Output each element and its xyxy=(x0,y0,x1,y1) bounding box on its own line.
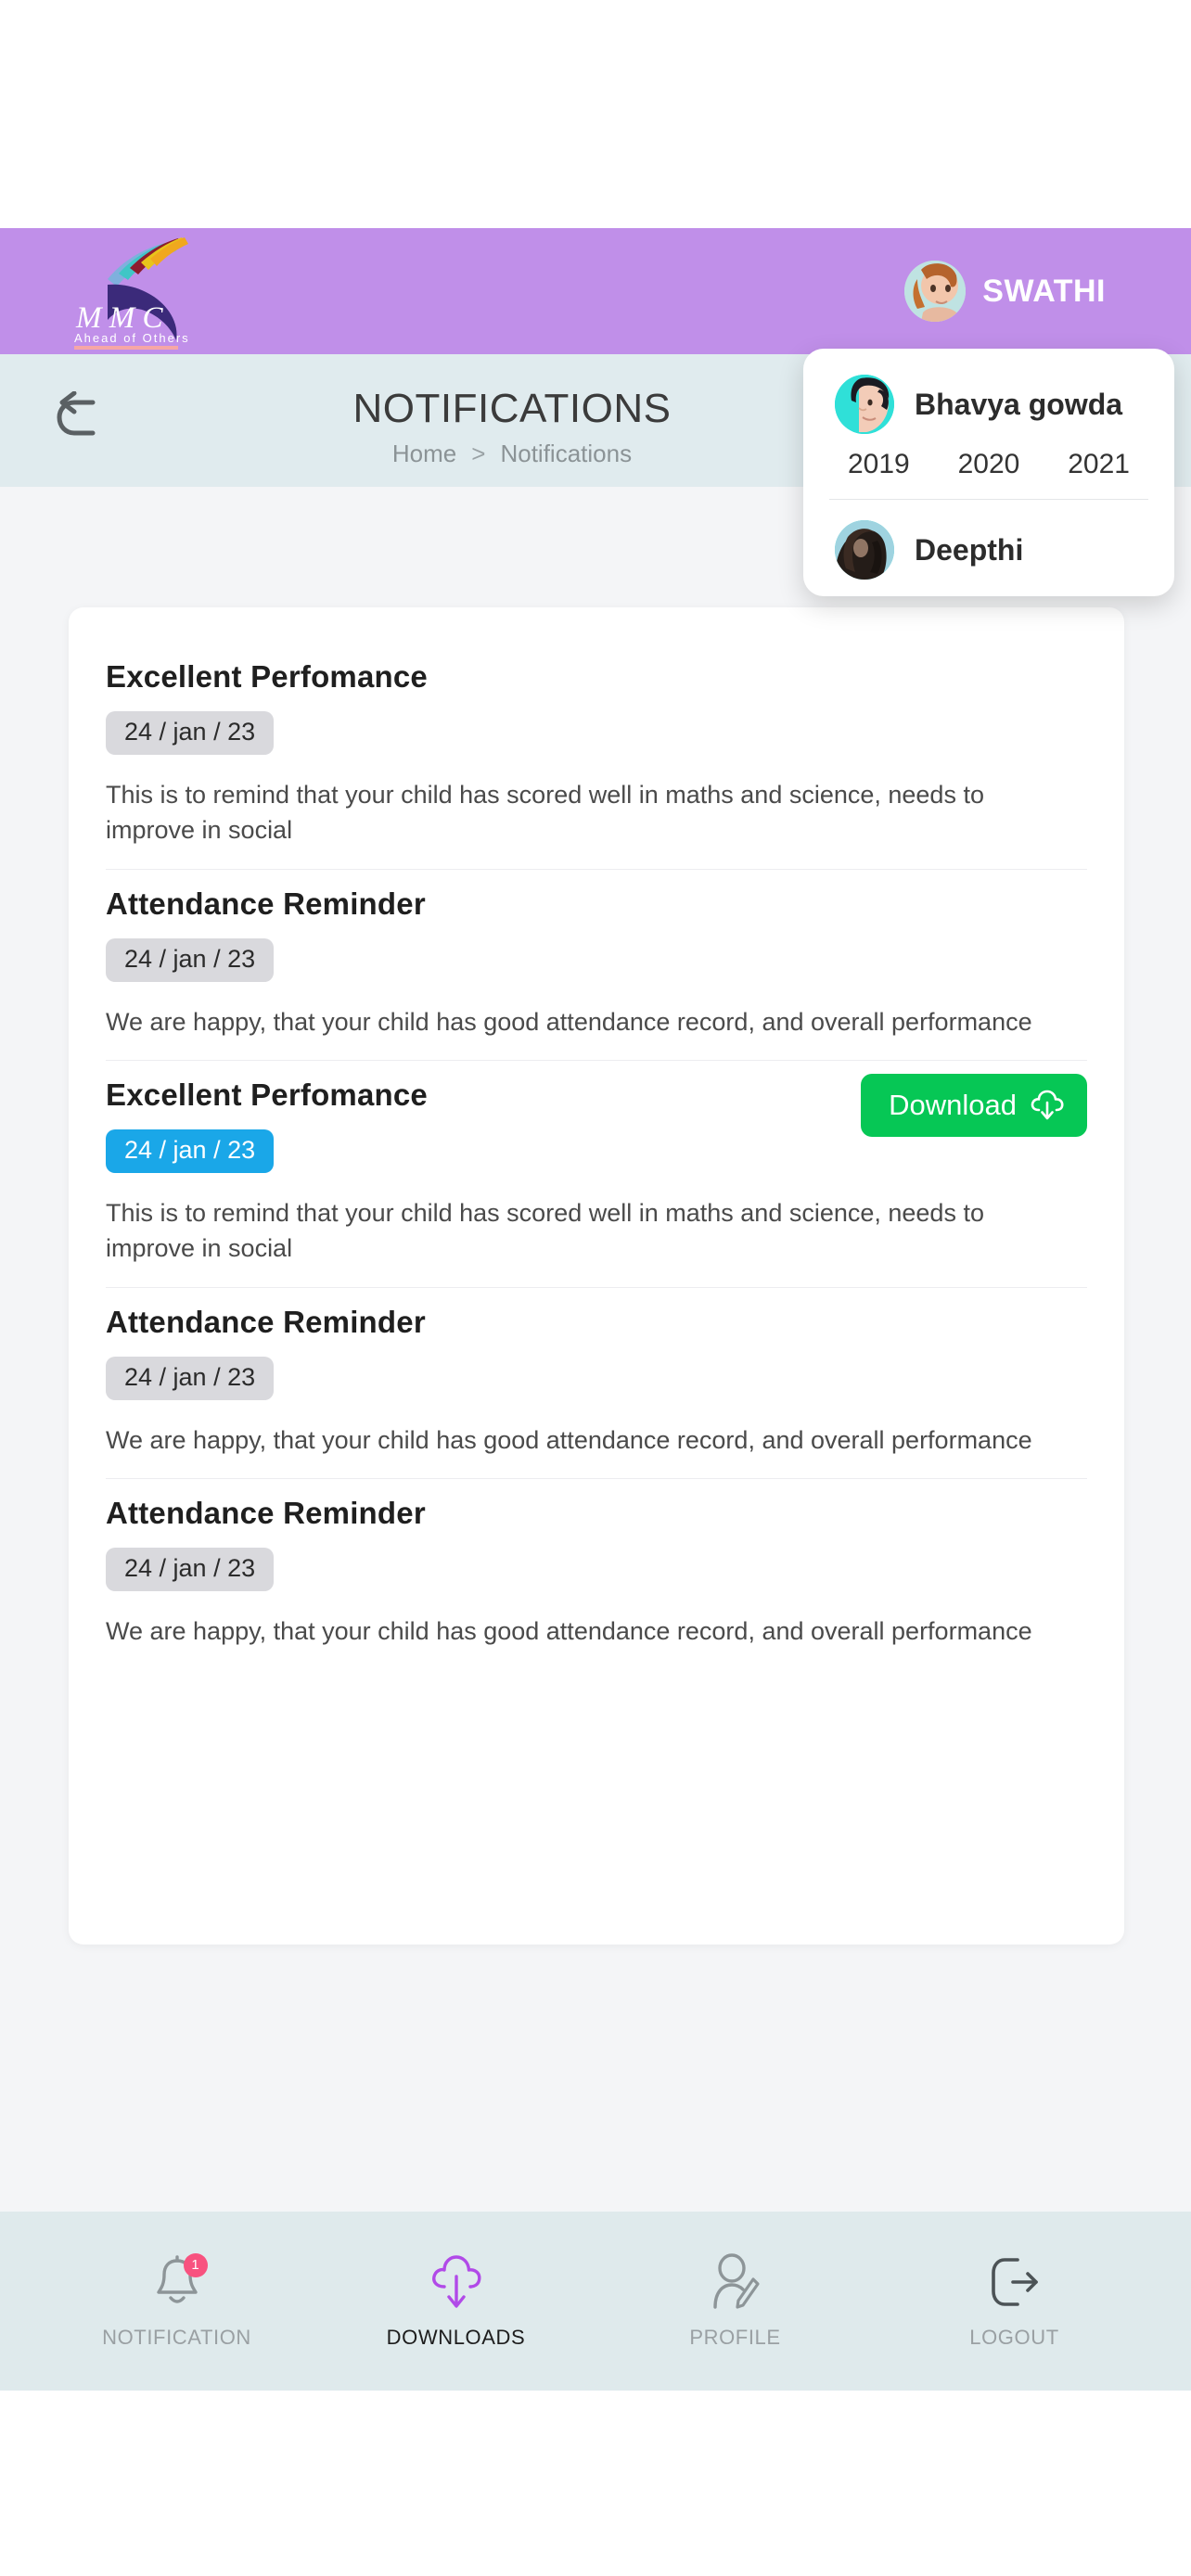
year-chip-2021[interactable]: 2021 xyxy=(1064,447,1133,482)
swathi-avatar-icon xyxy=(904,261,967,322)
notification-item[interactable]: Attendance Reminder 24 / jan / 23 We are… xyxy=(106,1286,1087,1478)
avatar xyxy=(835,375,894,434)
notifications-card: Excellent Perfomance 24 / jan / 23 This … xyxy=(69,607,1124,1945)
notification-header: Excellent Perfomance 24 / jan / 23 xyxy=(106,659,1087,755)
user-name: SWATHI xyxy=(982,273,1106,309)
student-name: Bhavya gowda xyxy=(915,387,1123,421)
notification-header: Attendance Reminder 24 / jan / 23 xyxy=(106,1305,1087,1400)
cloud-download-icon-wrap xyxy=(429,2253,484,2311)
notification-item[interactable]: Excellent Perfomance 24 / jan / 23 This … xyxy=(106,643,1087,869)
nav-item-logout[interactable]: LOGOUT xyxy=(908,2253,1121,2350)
user-chip[interactable]: SWATHI xyxy=(904,261,1106,322)
notification-body: This is to remind that your child has sc… xyxy=(106,1198,984,1263)
year-selector: 2019 2020 2021 xyxy=(803,434,1174,482)
notification-title: Attendance Reminder xyxy=(106,886,426,921)
cloud-download-icon xyxy=(431,2254,480,2308)
notification-date-badge: 24 / jan / 23 xyxy=(106,937,275,982)
student-name: Deepthi xyxy=(915,532,1024,567)
notification-body: We are happy, that your child has good a… xyxy=(106,1616,1032,1645)
profile-edit-icon xyxy=(712,2252,760,2309)
notification-date-badge: 24 / jan / 23 xyxy=(106,1356,275,1400)
nav-item-downloads[interactable]: DOWNLOADS xyxy=(350,2253,563,2350)
cloud-download-icon xyxy=(1031,1090,1064,1120)
bell-icon-wrap: 1 xyxy=(152,2252,208,2311)
status-bar-safe-area xyxy=(0,0,1191,228)
notification-item[interactable]: Excellent Perfomance 24 / jan / 23 Downl… xyxy=(106,1059,1087,1287)
logout-icon-wrap xyxy=(988,2253,1042,2311)
notification-body: We are happy, that your child has good a… xyxy=(106,1425,1032,1454)
breadcrumb-separator: > xyxy=(471,440,486,467)
deepthi-avatar-icon xyxy=(835,520,894,580)
nav-item-notification[interactable]: 1 NOTIFICATION xyxy=(70,2252,284,2350)
notification-date-badge: 24 / jan / 23 xyxy=(106,711,275,755)
app-header: M M C Ahead of Others SWATHI xyxy=(0,228,1191,354)
notification-title: Attendance Reminder xyxy=(106,1304,426,1339)
breadcrumb-home[interactable]: Home xyxy=(392,440,456,467)
notification-date-badge: 24 / jan / 23 xyxy=(106,1129,275,1173)
notification-item[interactable]: Attendance Reminder 24 / jan / 23 We are… xyxy=(106,1477,1087,1669)
student-item-deepthi[interactable]: Deepthi xyxy=(803,516,1174,580)
logout-icon xyxy=(991,2257,1038,2306)
nav-label-profile: PROFILE xyxy=(689,2325,781,2349)
notification-body: This is to remind that your child has sc… xyxy=(106,781,984,845)
download-button[interactable]: Download xyxy=(861,1073,1087,1137)
nav-label-notification: NOTIFICATION xyxy=(102,2325,251,2349)
app-screen: M M C Ahead of Others SWATHI NOTIFICATIO… xyxy=(0,0,1191,2576)
profile-edit-icon-wrap xyxy=(710,2252,762,2311)
notification-header: Excellent Perfomance 24 / jan / 23 Downl… xyxy=(106,1073,1087,1173)
svg-text:M M C: M M C xyxy=(75,301,163,335)
notification-date-badge: 24 / jan / 23 xyxy=(106,1547,275,1591)
avatar xyxy=(835,520,894,580)
nav-label-downloads: DOWNLOADS xyxy=(386,2325,526,2349)
student-item-bhavya[interactable]: Bhavya gowda xyxy=(803,371,1174,434)
notification-body: We are happy, that your child has good a… xyxy=(106,1007,1032,1036)
notification-header: Attendance Reminder 24 / jan / 23 xyxy=(106,886,1087,982)
student-selector-panel: Bhavya gowda 2019 2020 2021 Deepthi xyxy=(803,349,1174,596)
download-button-label: Download xyxy=(889,1088,1017,1121)
panel-divider xyxy=(829,499,1148,500)
avatar xyxy=(904,261,967,322)
mmc-logo-icon: M M C Ahead of Others xyxy=(74,237,190,350)
bhavya-avatar-icon xyxy=(835,375,894,434)
svg-text:Ahead of Others: Ahead of Others xyxy=(74,331,190,345)
notification-title: Attendance Reminder xyxy=(106,1495,426,1530)
mmc-logo[interactable]: M M C Ahead of Others xyxy=(52,231,215,351)
notification-title: Excellent Perfomance xyxy=(106,1077,428,1112)
year-chip-2020[interactable]: 2020 xyxy=(954,447,1024,482)
bottom-navigation: 1 NOTIFICATION DOWNLOADS PROFILE LOGOUT xyxy=(0,2212,1191,2391)
breadcrumb-current: Notifications xyxy=(500,440,633,467)
nav-label-logout: LOGOUT xyxy=(969,2325,1059,2349)
notification-title: Excellent Perfomance xyxy=(106,659,428,694)
notification-item[interactable]: Attendance Reminder 24 / jan / 23 We are… xyxy=(106,868,1087,1060)
notification-count-badge: 1 xyxy=(183,2252,208,2277)
nav-item-profile[interactable]: PROFILE xyxy=(629,2252,842,2350)
year-chip-2019[interactable]: 2019 xyxy=(844,447,914,482)
home-indicator-safe-area xyxy=(0,2391,1191,2576)
notification-header: Attendance Reminder 24 / jan / 23 xyxy=(106,1496,1087,1591)
